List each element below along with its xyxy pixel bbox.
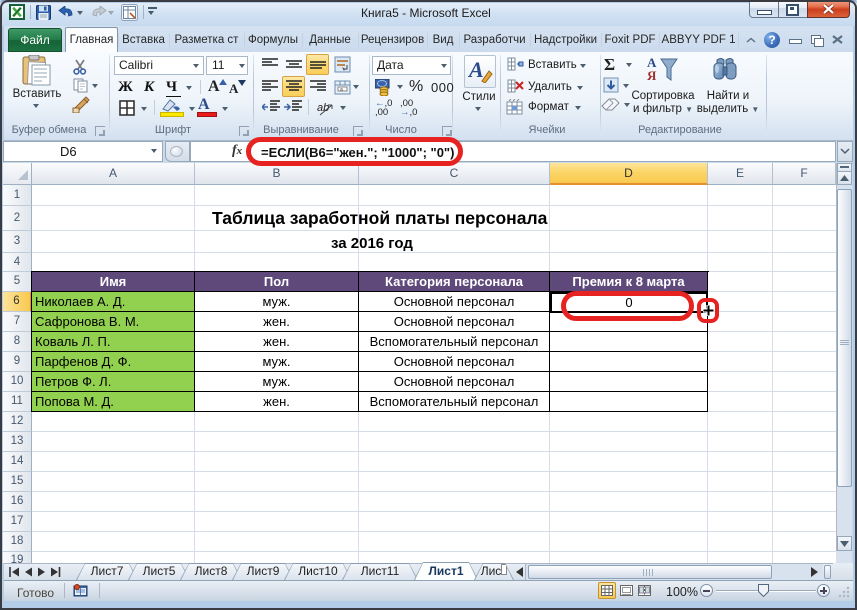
svg-text:a: a <box>340 87 343 93</box>
